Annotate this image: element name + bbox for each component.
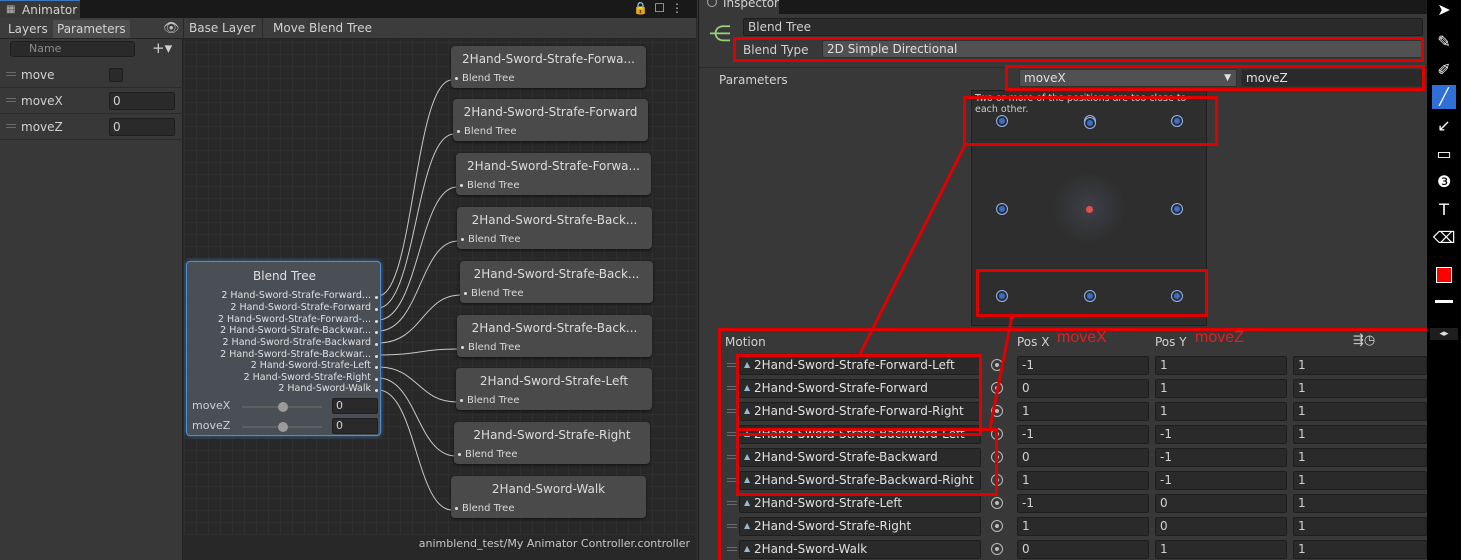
step-counter-icon[interactable]: ❸ [1432, 170, 1456, 194]
marker-icon[interactable]: ✐ [1432, 58, 1456, 82]
text-icon[interactable]: T [1432, 198, 1456, 222]
eraser-icon[interactable]: ⌫ [1432, 226, 1456, 250]
arrow-icon[interactable]: ↙ [1432, 114, 1456, 138]
annotation-line [858, 144, 967, 355]
color-swatch[interactable] [1436, 267, 1452, 283]
annotation-lines [858, 144, 1014, 429]
line-thickness-icon[interactable] [1435, 300, 1453, 303]
cursor-icon[interactable]: ➤ [1432, 0, 1456, 22]
line-icon[interactable]: ╱ [1432, 85, 1456, 109]
annotation-toolbar: ➤ ✎ ✐ ╱ ↙ ▭ ❸ T ⌫ ◂▸ [1427, 0, 1461, 560]
annotation-line [988, 315, 1014, 429]
pen-icon[interactable]: ✎ [1432, 30, 1456, 54]
expand-icon[interactable]: ◂▸ [1430, 328, 1458, 340]
rectangle-icon[interactable]: ▭ [1432, 142, 1456, 166]
